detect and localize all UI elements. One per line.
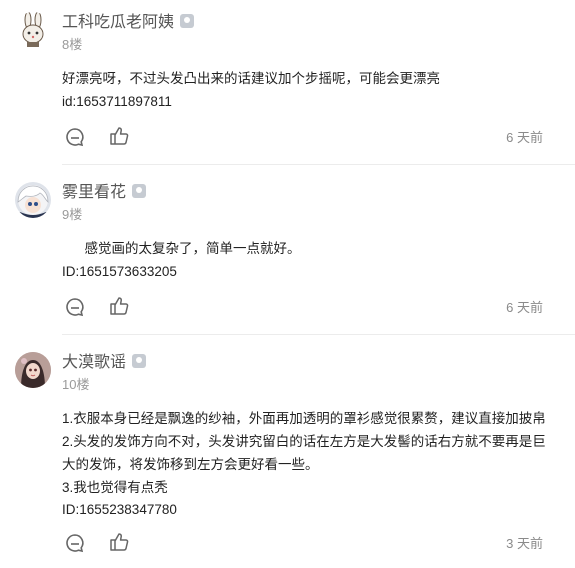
comment-text: 感觉画的太复杂了，简单一点就好。 bbox=[62, 241, 301, 256]
username-text[interactable]: 工科吃瓜老阿姨 bbox=[62, 14, 174, 31]
level-badge-icon bbox=[180, 13, 195, 28]
dark-hair-girl-avatar-icon bbox=[15, 352, 51, 388]
avatar[interactable] bbox=[15, 352, 51, 388]
username[interactable]: 大漠歌谣 bbox=[62, 352, 147, 374]
reply-button[interactable] bbox=[64, 126, 86, 148]
comment-text: 3.我也觉得有点秃 bbox=[62, 480, 168, 495]
timestamp: 3 天前 bbox=[506, 536, 543, 551]
comment-text: 2.头发的发饰方向不对，头发讲究留白的话在左方是大发髻的话右方就不要再是巨 bbox=[62, 434, 546, 449]
thumbs-up-icon bbox=[110, 297, 129, 315]
divider bbox=[62, 334, 575, 335]
comment-bubble-icon bbox=[66, 298, 84, 317]
reply-button[interactable] bbox=[64, 296, 86, 318]
divider bbox=[62, 164, 575, 165]
bunny-avatar-icon bbox=[15, 12, 51, 48]
username[interactable]: 雾里看花 bbox=[62, 182, 147, 204]
comment-text: 好漂亮呀，不过头发凸出来的话建议加个步摇呢，可能会更漂亮 bbox=[62, 71, 440, 86]
floor-number: 10楼 bbox=[62, 377, 90, 392]
thumbs-up-icon bbox=[110, 127, 129, 145]
level-badge-icon bbox=[132, 183, 147, 198]
comment-id-line: id:1653711897811 bbox=[62, 94, 172, 109]
like-button[interactable] bbox=[108, 125, 130, 147]
comment-text: 1.衣服本身已经是飘逸的纱袖，外面再加透明的罩衫感觉很累赘，建议直接加披帛 bbox=[62, 411, 546, 426]
comment-bubble-icon bbox=[66, 128, 84, 147]
like-button[interactable] bbox=[108, 295, 130, 317]
floor-number: 8楼 bbox=[62, 37, 83, 52]
avatar[interactable] bbox=[15, 12, 51, 48]
timestamp: 6 天前 bbox=[506, 130, 543, 145]
like-button[interactable] bbox=[108, 531, 130, 553]
reply-button[interactable] bbox=[64, 532, 86, 554]
username-text[interactable]: 雾里看花 bbox=[62, 184, 126, 201]
avatar[interactable] bbox=[15, 182, 51, 218]
comment-text: 大的发饰，将发饰移到左方会更好看一些。 bbox=[62, 457, 319, 472]
comment-id-line: ID:1651573633205 bbox=[62, 264, 177, 279]
username[interactable]: 工科吃瓜老阿姨 bbox=[62, 12, 195, 34]
username-text[interactable]: 大漠歌谣 bbox=[62, 354, 126, 371]
comment-id-line: ID:1655238347780 bbox=[62, 502, 177, 517]
thumbs-up-icon bbox=[110, 533, 129, 551]
level-badge-icon bbox=[132, 353, 147, 368]
white-hair-girl-avatar-icon bbox=[15, 182, 51, 218]
comment-bubble-icon bbox=[66, 534, 84, 553]
timestamp: 6 天前 bbox=[506, 300, 543, 315]
floor-number: 9楼 bbox=[62, 207, 83, 222]
